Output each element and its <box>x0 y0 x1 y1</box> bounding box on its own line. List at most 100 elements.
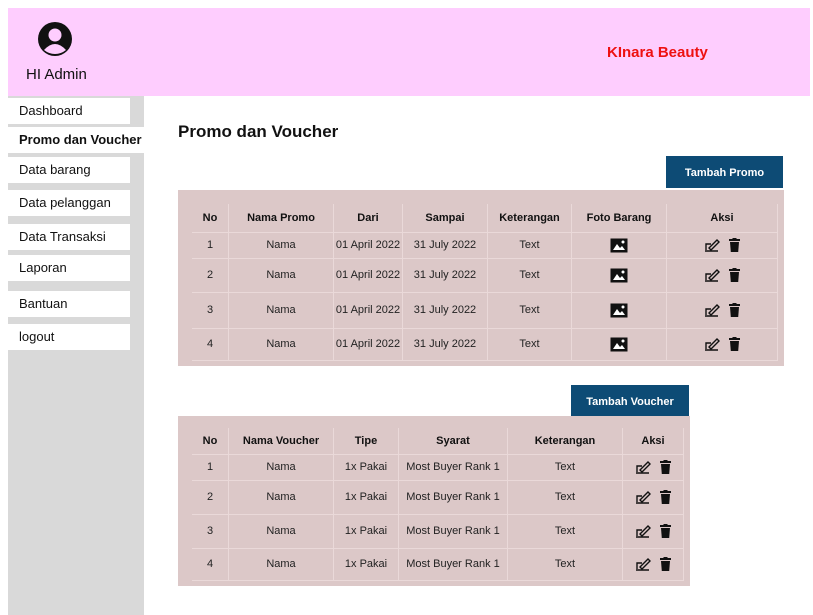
cell-nama: Nama <box>228 480 334 515</box>
cell-keterangan: Text <box>507 514 623 549</box>
edit-icon[interactable] <box>635 490 651 504</box>
cell-nama: Nama <box>228 328 334 361</box>
cell-sampai: 31 July 2022 <box>402 258 488 293</box>
sidebar-item-logout[interactable]: logout <box>8 324 130 350</box>
sidebar: Dashboard Promo dan Voucher Data barang … <box>8 96 144 615</box>
cell-nama: Nama <box>228 292 334 329</box>
cell-foto <box>571 258 667 293</box>
promo-table: No Nama Promo Dari Sampai Keterangan Fot… <box>192 204 778 361</box>
table-row: 2 Nama 1x Pakai Most Buyer Rank 1 Text <box>192 480 684 515</box>
cell-aksi <box>622 514 684 549</box>
cell-no: 2 <box>192 258 229 293</box>
cell-sampai: 31 July 2022 <box>402 232 488 259</box>
cell-keterangan: Text <box>487 292 572 329</box>
user-avatar-icon <box>38 22 72 56</box>
cell-aksi <box>666 328 778 361</box>
brand-name: KInara Beauty <box>607 44 708 61</box>
cell-dari: 01 April 2022 <box>333 328 403 361</box>
cell-syarat: Most Buyer Rank 1 <box>398 514 508 549</box>
cell-nama: Nama <box>228 258 334 293</box>
sidebar-item-data-transaksi[interactable]: Data Transaksi <box>8 224 130 250</box>
image-icon[interactable] <box>610 337 628 352</box>
image-icon[interactable] <box>610 303 628 318</box>
edit-icon[interactable] <box>635 460 651 474</box>
column-header-nama-voucher: Nama Voucher <box>228 428 334 455</box>
cell-no: 1 <box>192 454 229 481</box>
cell-syarat: Most Buyer Rank 1 <box>398 548 508 581</box>
trash-icon[interactable] <box>729 303 741 317</box>
table-row: 3 Nama 1x Pakai Most Buyer Rank 1 Text <box>192 514 684 549</box>
trash-icon[interactable] <box>660 490 672 504</box>
column-header-no: No <box>192 428 229 455</box>
sidebar-item-promo-voucher[interactable]: Promo dan Voucher <box>8 127 144 153</box>
trash-icon[interactable] <box>729 238 741 252</box>
edit-icon[interactable] <box>704 303 720 317</box>
table-row: 3 Nama 01 April 2022 31 July 2022 Text <box>192 292 778 329</box>
cell-no: 2 <box>192 480 229 515</box>
cell-dari: 01 April 2022 <box>333 232 403 259</box>
cell-aksi <box>666 232 778 259</box>
edit-icon[interactable] <box>635 524 651 538</box>
edit-icon[interactable] <box>704 337 720 351</box>
cell-no: 4 <box>192 328 229 361</box>
cell-sampai: 31 July 2022 <box>402 328 488 361</box>
cell-foto <box>571 292 667 329</box>
column-header-sampai: Sampai <box>402 204 488 233</box>
voucher-table-panel: No Nama Voucher Tipe Syarat Keterangan A… <box>178 416 690 586</box>
cell-nama: Nama <box>228 232 334 259</box>
column-header-nama-promo: Nama Promo <box>228 204 334 233</box>
column-header-syarat: Syarat <box>398 428 508 455</box>
column-header-aksi: Aksi <box>666 204 778 233</box>
edit-icon[interactable] <box>704 268 720 282</box>
cell-aksi <box>666 258 778 293</box>
top-header: HI Admin KInara Beauty <box>8 8 810 96</box>
cell-no: 3 <box>192 292 229 329</box>
add-promo-button[interactable]: Tambah Promo <box>666 156 783 188</box>
greeting-text: HI Admin <box>26 66 87 83</box>
voucher-table-header-row: No Nama Voucher Tipe Syarat Keterangan A… <box>192 428 684 455</box>
cell-dari: 01 April 2022 <box>333 258 403 293</box>
cell-no: 1 <box>192 232 229 259</box>
cell-nama: Nama <box>228 548 334 581</box>
image-icon[interactable] <box>610 238 628 253</box>
sidebar-item-dashboard[interactable]: Dashboard <box>8 98 130 124</box>
cell-aksi <box>622 548 684 581</box>
cell-syarat: Most Buyer Rank 1 <box>398 454 508 481</box>
cell-aksi <box>622 454 684 481</box>
column-header-foto-barang: Foto Barang <box>571 204 667 233</box>
trash-icon[interactable] <box>660 460 672 474</box>
table-row: 1 Nama 1x Pakai Most Buyer Rank 1 Text <box>192 454 684 481</box>
sidebar-item-data-pelanggan[interactable]: Data pelanggan <box>8 190 130 216</box>
page-title: Promo dan Voucher <box>178 122 339 141</box>
cell-keterangan: Text <box>487 328 572 361</box>
cell-sampai: 31 July 2022 <box>402 292 488 329</box>
image-icon[interactable] <box>610 268 628 283</box>
promo-table-header-row: No Nama Promo Dari Sampai Keterangan Fot… <box>192 204 778 233</box>
promo-table-panel: No Nama Promo Dari Sampai Keterangan Fot… <box>178 190 784 366</box>
cell-foto <box>571 232 667 259</box>
cell-tipe: 1x Pakai <box>333 480 399 515</box>
cell-tipe: 1x Pakai <box>333 548 399 581</box>
trash-icon[interactable] <box>660 557 672 571</box>
column-header-keterangan: Keterangan <box>487 204 572 233</box>
column-header-aksi: Aksi <box>622 428 684 455</box>
cell-tipe: 1x Pakai <box>333 454 399 481</box>
sidebar-item-bantuan[interactable]: Bantuan <box>8 291 130 317</box>
edit-icon[interactable] <box>635 557 651 571</box>
trash-icon[interactable] <box>729 268 741 282</box>
cell-keterangan: Text <box>507 548 623 581</box>
trash-icon[interactable] <box>729 337 741 351</box>
cell-nama: Nama <box>228 514 334 549</box>
table-row: 1 Nama 01 April 2022 31 July 2022 Text <box>192 232 778 259</box>
cell-aksi <box>666 292 778 329</box>
cell-no: 3 <box>192 514 229 549</box>
add-voucher-button[interactable]: Tambah Voucher <box>571 385 689 417</box>
cell-foto <box>571 328 667 361</box>
sidebar-item-laporan[interactable]: Laporan <box>8 255 130 281</box>
cell-keterangan: Text <box>487 232 572 259</box>
trash-icon[interactable] <box>660 524 672 538</box>
sidebar-item-data-barang[interactable]: Data barang <box>8 157 130 183</box>
cell-keterangan: Text <box>507 454 623 481</box>
cell-keterangan: Text <box>487 258 572 293</box>
edit-icon[interactable] <box>704 238 720 252</box>
